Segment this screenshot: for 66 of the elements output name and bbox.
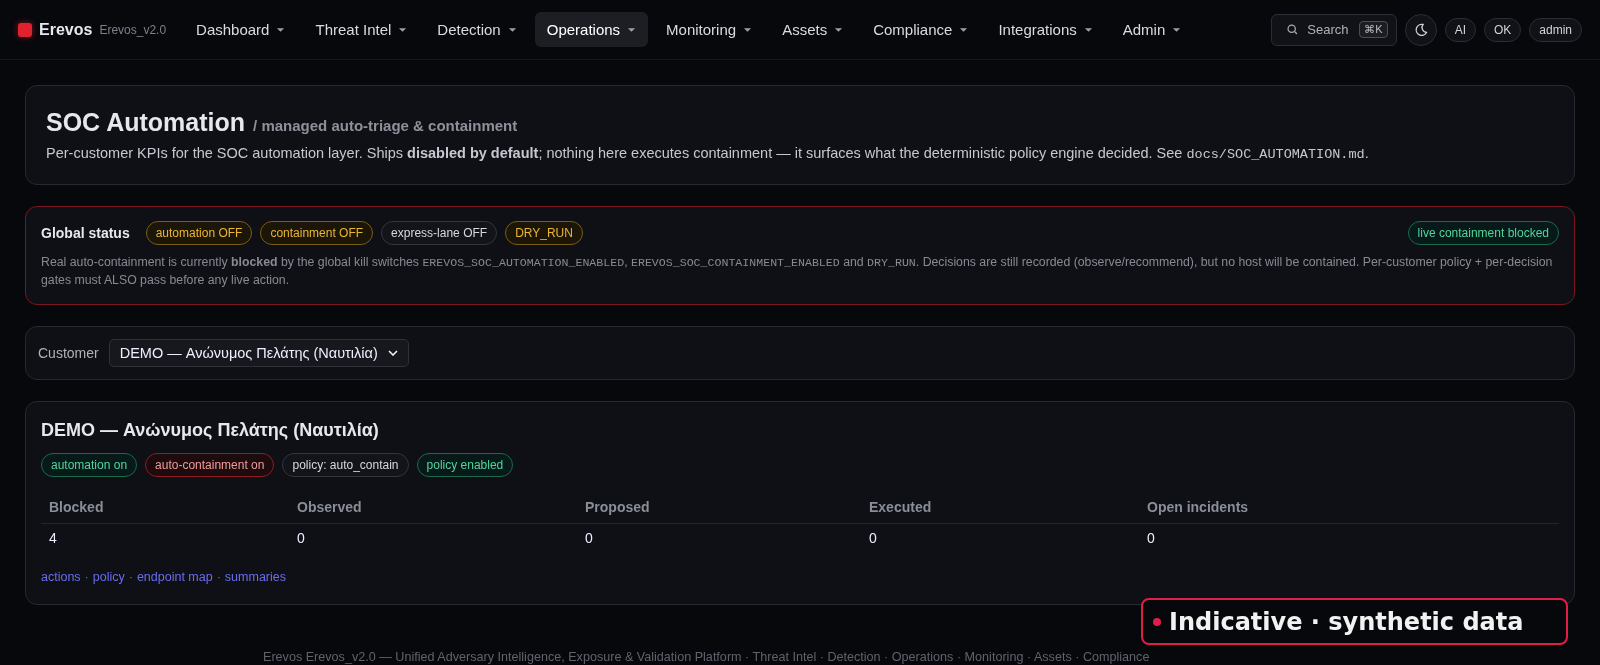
page-title: SOC Automation [46, 108, 246, 137]
footer-text: Erevos Erevos_v2.0 — Unified Adversary Intelligence, Exposure & Validation Platform · Threat Intel · Detection · Operations · Monitoring · Assets · Compliance [263, 649, 1150, 664]
header-button[interactable]: admin [1529, 17, 1582, 42]
notice-label: Indicative · synthetic data [1169, 607, 1524, 636]
search-field[interactable]: Search ⌘K [1271, 13, 1397, 46]
caret-icon [743, 26, 753, 33]
column-header: Observed [297, 498, 363, 515]
nav-menu[interactable]: Monitoring [654, 12, 765, 47]
nav-menu[interactable]: Admin [1110, 12, 1194, 47]
page-subtitle: / managed auto-triage & containment [253, 117, 518, 134]
nav-menu[interactable]: Threat Intel [303, 12, 420, 47]
nav-menu[interactable]: Compliance [861, 12, 981, 47]
brand-version: Erevos_v2.0 [99, 22, 167, 37]
status-title: Global status [41, 225, 130, 241]
status-chip: live containment blocked [1407, 221, 1559, 245]
caret-icon [276, 26, 286, 33]
table-cell-text: 0 [869, 529, 878, 546]
search-input[interactable]: Search [1307, 22, 1352, 37]
search-icon [1286, 23, 1300, 36]
tenant-title: DEMO — Ανώνυμος Πελάτης (Ναυτιλία) [41, 419, 380, 441]
tenant-link[interactable]: policy [92, 569, 125, 584]
shortcut-key: ⌘K [1359, 21, 1388, 38]
table-cell-text: 0 [297, 529, 306, 546]
column-header: Blocked [49, 498, 105, 515]
status-chip: automation OFF [145, 221, 253, 245]
column-header: Executed [869, 498, 933, 515]
customer-label: Customer [38, 344, 99, 361]
header-button[interactable]: AI [1444, 17, 1476, 42]
tenant-chip: auto-containment on [145, 452, 275, 477]
nav-menu[interactable]: Assets [770, 12, 856, 47]
status-chip: containment OFF [260, 221, 374, 245]
table-cell-text: 0 [585, 529, 594, 546]
link-separator: · [216, 569, 221, 584]
logo-icon [18, 22, 32, 37]
tenant-link[interactable]: endpoint map [136, 569, 213, 584]
brand-name[interactable]: Erevos [39, 20, 93, 39]
caret-icon [627, 26, 637, 33]
caret-icon [834, 26, 844, 33]
status-chip: express-lane OFF [381, 221, 498, 245]
nav-menu[interactable]: Operations [534, 12, 649, 47]
theme-toggle[interactable] [1404, 13, 1437, 46]
status-text: Real auto-containment is currently blocked by the global kill switches EREVOS_SOC_AUTOMATION_ENABLED, EREVOS_SOC_CONTAINMENT_ENABLED and DRY_RUN. Decisions are still recorded (observe/recommend), but no host will be contained. Per-customer policy + per-decision gates must ALSO pass before any live action. [41, 254, 1554, 290]
status-chip: DRY_RUN [505, 221, 583, 245]
link-separator: · [128, 569, 133, 584]
caret-icon [959, 26, 969, 33]
tenant-chip: automation on [41, 452, 138, 477]
column-header: Open incidents [1147, 498, 1250, 515]
tenant-chip: policy enabled [416, 452, 514, 477]
nav-menu[interactable]: Integrations [986, 12, 1105, 47]
customer-select[interactable]: DEMO — Ανώνυμος Πελάτης (Ναυτιλία) [108, 338, 409, 367]
table-cell-text: 0 [1147, 529, 1156, 546]
caret-icon [507, 26, 517, 33]
caret-icon [1172, 26, 1182, 33]
link-separator: · [84, 569, 89, 584]
tenant-chip: policy: auto_contain [282, 452, 409, 477]
intro-text: Per-customer KPIs for the SOC automation layer. Ships disabled by default; nothing here executes containment — it surfaces what the deterministic policy engine decided. See docs/SOC_AUTOMATION.md. [46, 145, 1370, 162]
table-cell-text: 4 [49, 529, 58, 546]
column-header: Proposed [585, 498, 651, 515]
caret-icon [1083, 26, 1093, 33]
chevron-icon [387, 349, 398, 356]
nav-menu[interactable]: Detection [425, 12, 529, 47]
nav-menu[interactable]: Dashboard [184, 12, 298, 47]
tenant-link[interactable]: summaries [224, 569, 286, 584]
header-button[interactable]: OK [1483, 17, 1522, 42]
caret-icon [398, 26, 408, 33]
tenant-link[interactable]: actions [41, 569, 81, 584]
